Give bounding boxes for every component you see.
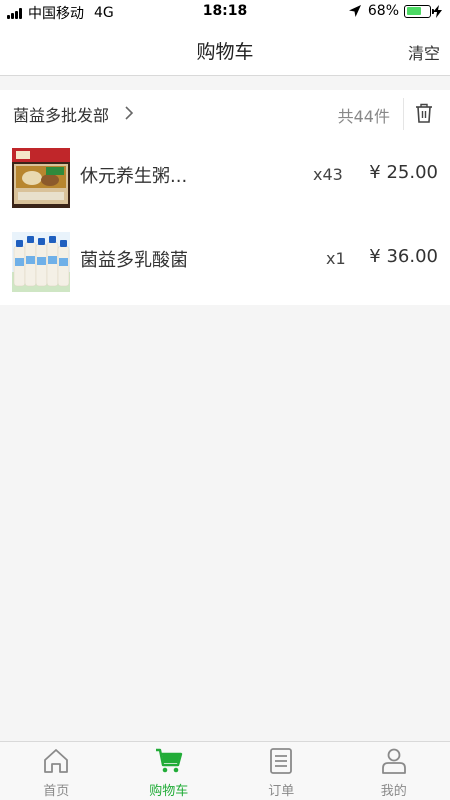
battery-icon <box>404 4 434 18</box>
shop-card: 菌益多批发部 共44件 休元养生粥... x43 ¥ 25.00 菌益多乳酸菌 … <box>0 90 450 305</box>
item-price: ¥ 36.00 <box>369 246 438 267</box>
item-quantity: x43 <box>313 165 343 184</box>
shop-item-count: 共44件 <box>337 107 390 126</box>
page-title: 购物车 <box>196 41 254 63</box>
battery-fill <box>406 7 422 15</box>
tab-label: 购物车 <box>149 784 189 799</box>
shop-header: 菌益多批发部 共44件 <box>0 90 450 136</box>
location-arrow-icon <box>348 5 361 17</box>
item-price: ¥ 25.00 <box>369 162 438 183</box>
tab-label: 订单 <box>268 784 295 799</box>
trash-icon[interactable] <box>415 103 433 123</box>
tab-home[interactable]: 首页 <box>0 742 113 800</box>
user-icon <box>381 748 406 774</box>
divider <box>403 98 404 130</box>
battery-percent: 68% <box>367 3 399 19</box>
tab-cart[interactable]: 购物车 <box>113 742 226 800</box>
tab-label: 我的 <box>380 784 407 799</box>
tab-bar: 首页 购物车 订单 我的 <box>0 741 450 800</box>
shop-name-link[interactable]: 菌益多批发部 <box>13 102 109 126</box>
home-icon <box>44 749 69 773</box>
order-list-icon <box>270 748 293 774</box>
cart-item[interactable]: 菌益多乳酸菌 x1 ¥ 36.00 <box>0 220 450 304</box>
nav-bar: 购物车 清空 <box>0 24 450 76</box>
product-image <box>12 148 70 208</box>
tab-profile[interactable]: 我的 <box>338 742 450 800</box>
chevron-right-icon[interactable] <box>124 105 134 121</box>
product-image <box>12 232 70 292</box>
charging-bolt-icon <box>433 4 442 18</box>
status-right: 68% <box>348 3 442 19</box>
tab-label: 首页 <box>43 784 70 799</box>
item-name: 菌益多乳酸菌 <box>80 250 188 271</box>
cart-icon <box>155 748 182 773</box>
item-quantity: x1 <box>326 249 346 268</box>
tab-orders[interactable]: 订单 <box>225 742 338 800</box>
cart-item[interactable]: 休元养生粥... x43 ¥ 25.00 <box>0 136 450 220</box>
status-bar: 中国移动 4G 18:18 68% <box>0 0 450 24</box>
clear-cart-button[interactable]: 清空 <box>408 40 440 64</box>
item-name: 休元养生粥... <box>80 166 188 187</box>
